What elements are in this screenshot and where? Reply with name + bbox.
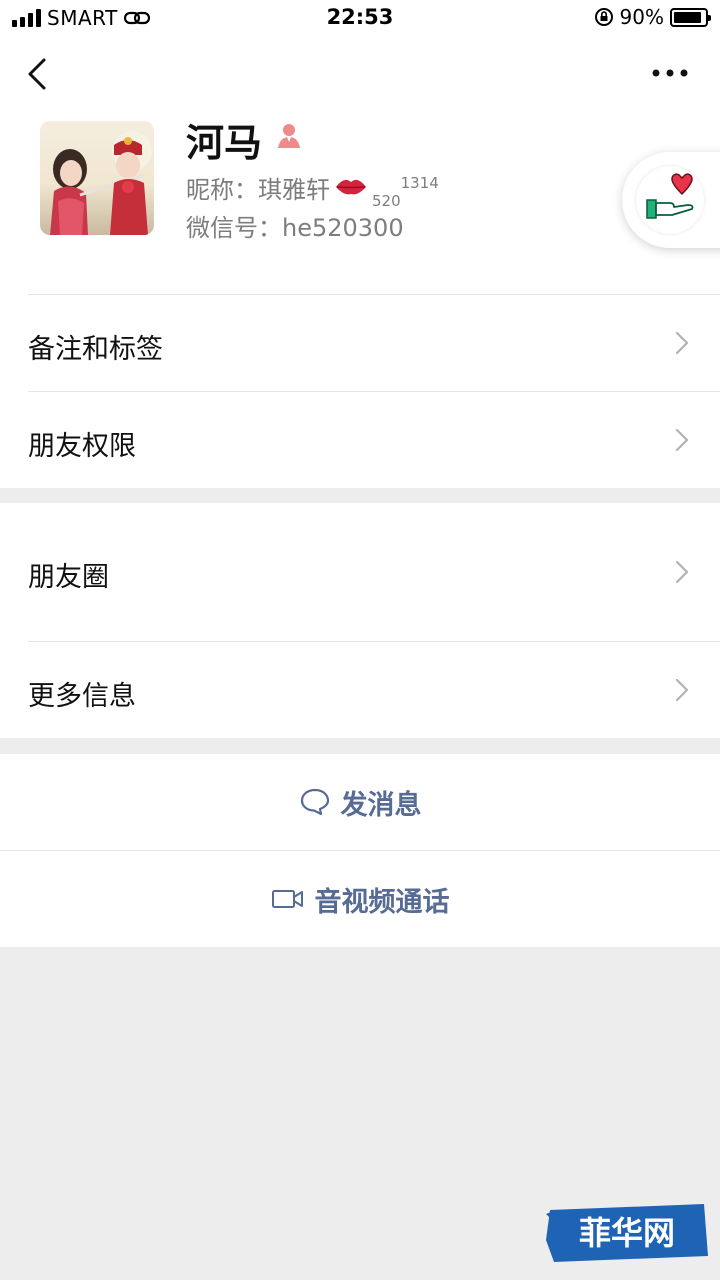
status-right: 90% <box>594 5 711 29</box>
moments-row[interactable]: 朋友圈 <box>0 503 720 641</box>
nickname-row: 昵称： 琪雅轩 520 1314 <box>186 170 439 210</box>
rotation-lock-icon <box>594 8 613 26</box>
more-dots-icon <box>652 69 688 77</box>
care-icon-circle <box>636 166 704 234</box>
send-message-button[interactable]: 发消息 <box>0 754 720 850</box>
svg-text:菲华网: 菲华网 <box>579 1214 675 1252</box>
moments-label: 朋友圈 <box>28 562 109 593</box>
avatar[interactable] <box>40 121 154 235</box>
wechat-id-value: he520300 <box>282 214 404 242</box>
profile-name: 河马 <box>186 121 263 165</box>
avatar-image <box>40 121 154 235</box>
status-bar: SMART 22:53 90% <box>0 0 720 36</box>
wechat-id-row: 微信号：he520300 <box>186 208 404 243</box>
chevron-left-icon <box>28 58 46 90</box>
nickname-superscript: 1314 <box>400 174 439 192</box>
nickname-prefix: 昵称： <box>186 176 258 204</box>
remarks-tags-label: 备注和标签 <box>28 334 163 365</box>
wechat-id-prefix: 微信号： <box>186 214 282 242</box>
video-call-label: 音视频通话 <box>314 886 450 918</box>
video-camera-icon <box>271 890 303 908</box>
more-info-row[interactable]: 更多信息 <box>0 642 720 738</box>
back-button[interactable] <box>18 52 58 96</box>
heart-in-hand-icon <box>646 173 694 219</box>
send-message-label: 发消息 <box>340 789 422 821</box>
remarks-tags-row[interactable]: 备注和标签 <box>0 295 720 391</box>
battery-fill <box>674 11 701 23</box>
chevron-right-icon <box>675 678 689 702</box>
female-gender-icon <box>278 124 300 148</box>
more-info-label: 更多信息 <box>28 681 136 712</box>
battery-icon <box>670 7 711 27</box>
lips-emoji-icon <box>336 179 366 195</box>
moments-section: 朋友圈 更多信息 <box>0 503 720 738</box>
friend-permissions-label: 朋友权限 <box>28 431 136 462</box>
nickname-value: 琪雅轩 <box>258 176 330 204</box>
watermark-logo: 菲华网 <box>546 1204 708 1262</box>
chevron-right-icon <box>675 428 689 452</box>
chat-bubble-icon <box>300 788 329 816</box>
battery-percent: 90% <box>619 5 664 29</box>
care-floating-button[interactable] <box>622 152 720 248</box>
actions-section: 发消息 音视频通话 <box>0 754 720 947</box>
chevron-right-icon <box>675 560 689 584</box>
friend-permissions-row[interactable]: 朋友权限 <box>0 392 720 488</box>
more-options-button[interactable] <box>642 58 698 88</box>
chevron-right-icon <box>675 331 689 355</box>
video-call-button[interactable]: 音视频通话 <box>0 851 720 947</box>
